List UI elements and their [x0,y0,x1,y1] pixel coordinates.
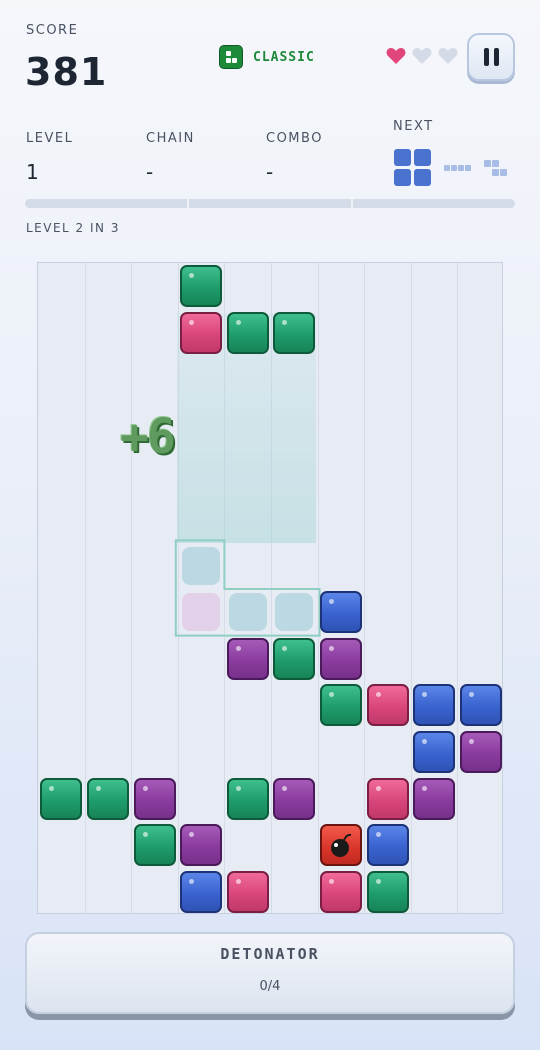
block-purple [133,777,176,820]
block-pink [319,870,362,913]
heart-icon [438,48,458,64]
square-piece-icon [394,149,431,186]
block-pink [226,870,269,913]
block-purple [319,637,362,680]
detonator-button[interactable]: DETONATOR 0/4 [25,932,515,1014]
classic-mode-icon [219,45,243,69]
block-purple [180,824,223,867]
block-green [319,684,362,727]
bomb-icon [330,834,352,858]
next-pieces [394,149,512,187]
falling-block-green [273,311,316,354]
block-green [133,824,176,867]
falling-block-green [226,311,269,354]
block-purple [413,777,456,820]
level-value: 1 [26,160,39,184]
block-green [226,777,269,820]
line-piece-icon [444,165,471,171]
next-label: NEXT [393,119,434,134]
ghost-block [275,593,314,632]
pause-button[interactable] [467,33,515,81]
ghost-block [182,546,221,585]
block-blue [413,731,456,773]
block-green [366,870,409,913]
lives-indicator [386,47,458,65]
block-blue [366,824,409,867]
game-mode: CLASSIC [219,45,315,69]
heart-icon [386,48,406,64]
block-pink [366,684,409,727]
block-purple [459,731,502,773]
block-green [40,777,83,820]
block-green [273,637,316,680]
score-value: 381 [25,50,108,94]
block-green [86,777,129,820]
chain-label: CHAIN [146,131,195,146]
falling-block-green [180,265,223,308]
block-blue [413,684,456,727]
block-blue [319,591,362,634]
block-purple [226,637,269,680]
combo-value: - [266,160,274,184]
detonator-count: 0/4 [259,979,281,994]
block-pink [366,777,409,820]
heart-icon [412,48,432,64]
chain-value: - [146,160,154,184]
block-blue [459,684,502,727]
level-progress-bar [25,199,515,208]
block-blue [180,870,223,913]
game-board[interactable]: +6 [37,262,503,914]
combo-label: COMBO [266,131,323,146]
bomb-block [319,824,362,867]
mode-label: CLASSIC [253,49,315,65]
detonator-label: DETONATOR [220,945,320,963]
ghost-block [228,593,267,632]
s-piece-icon [484,160,507,176]
level-label: LEVEL [26,131,74,146]
combo-popup: +6 [120,409,176,465]
score-label: SCORE [26,23,79,38]
ghost-block [182,593,221,632]
block-purple [273,777,316,820]
falling-block-pink [180,311,223,354]
level-progress-text: LEVEL 2 IN 3 [26,221,120,235]
pause-icon [481,48,501,66]
